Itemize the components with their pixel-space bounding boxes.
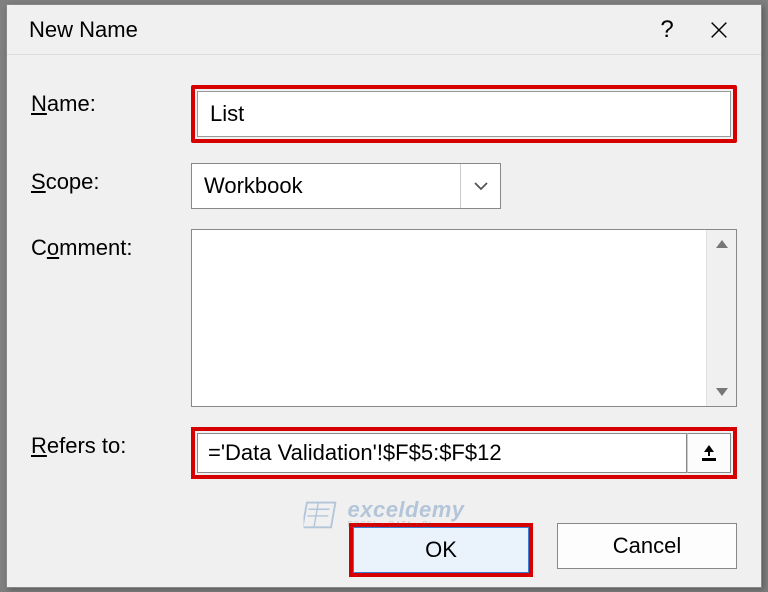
name-label: Name:	[31, 85, 191, 117]
ok-button-highlight: OK	[349, 523, 533, 577]
ok-button[interactable]: OK	[353, 527, 529, 573]
comment-textarea[interactable]	[191, 229, 737, 407]
comment-label: Comment:	[31, 229, 191, 261]
scrollbar[interactable]	[706, 230, 736, 406]
collapse-dialog-button[interactable]	[687, 433, 731, 473]
dialog-titlebar: New Name ?	[7, 5, 761, 55]
refers-to-label: Refers to:	[31, 427, 191, 459]
scope-value: Workbook	[192, 173, 460, 199]
name-row: Name:	[31, 85, 737, 143]
close-icon	[708, 19, 730, 41]
scope-label: Scope:	[31, 163, 191, 195]
scope-row: Scope: Workbook	[31, 163, 737, 209]
close-button[interactable]	[691, 10, 747, 50]
dialog-button-row: OK Cancel	[7, 523, 761, 577]
range-picker-icon	[699, 443, 719, 463]
help-button[interactable]: ?	[643, 10, 691, 50]
dialog-title: New Name	[29, 17, 643, 43]
name-input[interactable]	[197, 91, 731, 137]
new-name-dialog: New Name ? Name: Scope: Workbook	[6, 4, 762, 588]
chevron-down-icon	[460, 164, 500, 208]
refers-to-input[interactable]	[197, 433, 687, 473]
refers-to-row: Refers to:	[31, 427, 737, 479]
cancel-button[interactable]: Cancel	[557, 523, 737, 569]
comment-row: Comment:	[31, 229, 737, 407]
scope-select[interactable]: Workbook	[191, 163, 501, 209]
name-input-highlight	[191, 85, 737, 143]
refers-to-highlight	[191, 427, 737, 479]
dialog-body: Name: Scope: Workbook Comment:	[7, 55, 761, 515]
scroll-down-icon[interactable]	[707, 378, 737, 406]
scroll-up-icon[interactable]	[707, 230, 737, 258]
